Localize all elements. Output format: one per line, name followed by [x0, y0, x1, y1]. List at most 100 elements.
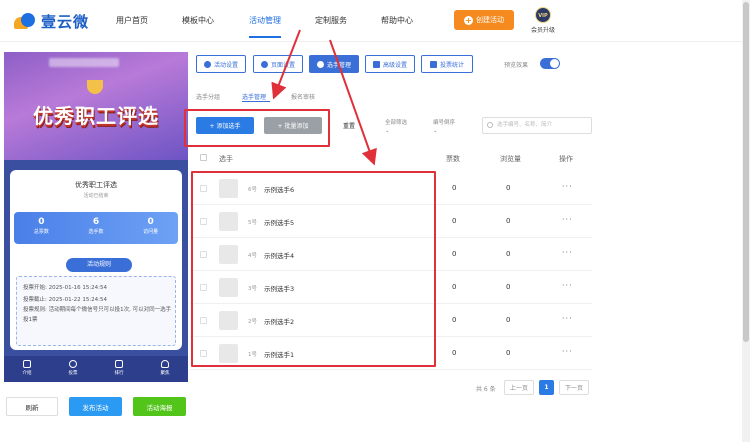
search-input[interactable]: 选手编号、名称、简介: [482, 117, 592, 134]
vote-info-box: 投票开始: 2025-01-16 15:24:54 投票截止: 2025-01-…: [16, 276, 176, 346]
subtab-groups[interactable]: 选手分组: [196, 92, 220, 101]
sort-label: 编号倒序: [433, 120, 456, 126]
preview-tab-label: 投票: [68, 371, 78, 376]
preview-tab-label: 排行: [114, 371, 124, 376]
scrollbar-thumb[interactable]: [743, 2, 749, 342]
gear-icon: [203, 60, 211, 68]
sort-select[interactable]: 编号倒序 ⌄: [433, 119, 455, 135]
nav-item-help[interactable]: 帮助中心: [381, 15, 413, 26]
page-scrollbar[interactable]: [742, 0, 750, 442]
activity-card-title: 优秀职工评选: [75, 181, 117, 189]
users-icon: [316, 60, 324, 68]
next-page-button[interactable]: 下一页: [559, 380, 589, 395]
player-views: 0: [506, 184, 511, 192]
rules-button[interactable]: 活动规则: [66, 258, 132, 272]
nav-active-indicator: [249, 36, 281, 38]
preview-banner: 优秀职工评选: [4, 52, 188, 160]
app-root: 壹云微 用户首页 模板中心 活动管理 定制服务 帮助中心 + 创建活动 VIP …: [0, 0, 750, 442]
player-management-button[interactable]: 选手管理: [309, 55, 359, 73]
stat-label: 总票数: [33, 229, 49, 235]
vote-stats-button[interactable]: 投票统计: [421, 55, 473, 73]
reset-button[interactable]: 重置: [343, 121, 355, 130]
toolbar-label: 页面设置: [270, 61, 295, 69]
mobile-preview: 优秀职工评选 优秀职工评选 活动已结束 0 总票数 6 选手数 0 访问量 活动…: [4, 52, 188, 382]
vote-start-text: 投票开始: 2025-01-16 15:24:54: [23, 285, 108, 291]
column-header-player: 选手: [219, 155, 233, 163]
logo-text: 壹云微: [41, 12, 90, 31]
subtab-active-indicator: [242, 101, 270, 102]
player-votes: 0: [452, 283, 457, 291]
toolbar-label: 活动设置: [213, 61, 238, 69]
current-page-button[interactable]: 1: [539, 380, 554, 395]
nav-item-home[interactable]: 用户首页: [116, 15, 148, 26]
logo[interactable]: 壹云微: [14, 9, 89, 33]
vip-upgrade[interactable]: VIP 会员升级: [528, 7, 558, 34]
player-votes: 0: [452, 316, 457, 324]
column-header-actions: 操作: [559, 155, 573, 163]
stat-players: 6 选手数: [69, 212, 124, 244]
poster-button[interactable]: 活动海报: [133, 397, 186, 416]
preview-bottom-tabs: 介绍 投票 排行 聚焦: [4, 356, 188, 382]
preview-tab-rank[interactable]: 排行: [96, 356, 142, 382]
highlight-box-player-list: [191, 171, 436, 367]
logo-icon: [14, 11, 36, 31]
player-views: 0: [506, 250, 511, 258]
toolbar-label: 高级设置: [382, 61, 407, 69]
player-votes: 0: [452, 217, 457, 225]
create-activity-button[interactable]: + 创建活动: [454, 10, 514, 30]
player-views: 0: [506, 316, 511, 324]
player-votes: 0: [452, 184, 457, 192]
activity-status: 活动已结束: [83, 193, 109, 199]
preview-toggle-label: 预览效果: [504, 62, 529, 69]
preview-toggle[interactable]: [540, 58, 560, 69]
page-settings-button[interactable]: 页面设置: [253, 55, 303, 73]
preview-tab-label: 聚焦: [160, 371, 170, 376]
player-votes: 0: [452, 250, 457, 258]
advanced-settings-button[interactable]: 高级设置: [365, 55, 415, 73]
stat-total-votes: 0 总票数: [14, 212, 69, 244]
preview-tab-vote[interactable]: 投票: [50, 356, 96, 382]
top-navbar: 壹云微 用户首页 模板中心 活动管理 定制服务 帮助中心 + 创建活动 VIP …: [0, 0, 742, 42]
more-icon[interactable]: ···: [562, 347, 573, 356]
subtab-players[interactable]: 选手管理: [242, 92, 266, 101]
more-icon[interactable]: ···: [562, 314, 573, 323]
stat-label: 访问量: [143, 229, 159, 235]
prev-page-button[interactable]: 上一页: [504, 380, 534, 395]
column-header-views: 浏览量: [500, 155, 521, 163]
more-icon[interactable]: ···: [562, 248, 573, 257]
refresh-button[interactable]: 刷新: [6, 397, 58, 416]
more-icon[interactable]: ···: [562, 281, 573, 290]
chevron-down-icon: ⌄: [385, 128, 390, 134]
preview-tab-label: 介绍: [22, 371, 32, 376]
player-views: 0: [506, 283, 511, 291]
stats-bar: 0 总票数 6 选手数 0 访问量: [14, 212, 178, 244]
filter-all-select[interactable]: 全部筛选 ⌄: [385, 119, 407, 135]
activity-settings-button[interactable]: 活动设置: [196, 55, 246, 73]
preview-tab-focus[interactable]: 聚焦: [142, 356, 188, 382]
highlight-box-add-buttons: [184, 109, 330, 147]
create-activity-label: 创建活动: [476, 16, 504, 24]
stat-value: 0: [147, 217, 154, 227]
more-icon[interactable]: ···: [562, 182, 573, 191]
nav-item-activities[interactable]: 活动管理: [249, 15, 281, 26]
more-icon[interactable]: ···: [562, 215, 573, 224]
nav-item-custom[interactable]: 定制服务: [315, 15, 347, 26]
preview-tab-intro[interactable]: 介绍: [4, 356, 50, 382]
stat-value: 0: [38, 217, 45, 227]
select-all-checkbox[interactable]: [200, 154, 207, 161]
user-icon: [161, 360, 169, 368]
subtab-review[interactable]: 报名审核: [291, 92, 315, 101]
filter-all-label: 全部筛选: [385, 120, 408, 126]
pagination-total: 共 6 条: [476, 386, 496, 393]
toolbar-label: 投票统计: [439, 61, 464, 69]
bar-chart-icon: [429, 60, 437, 68]
chevron-down-icon: ⌄: [433, 128, 438, 134]
nav-item-templates[interactable]: 模板中心: [182, 15, 214, 26]
rank-icon: [115, 360, 123, 368]
vip-label: 会员升级: [530, 27, 555, 34]
publish-button[interactable]: 发布活动: [69, 397, 122, 416]
trophy-icon: [87, 80, 103, 94]
stat-label: 选手数: [88, 229, 104, 235]
vote-icon: [69, 360, 77, 368]
toolbar-label: 选手管理: [326, 61, 351, 69]
